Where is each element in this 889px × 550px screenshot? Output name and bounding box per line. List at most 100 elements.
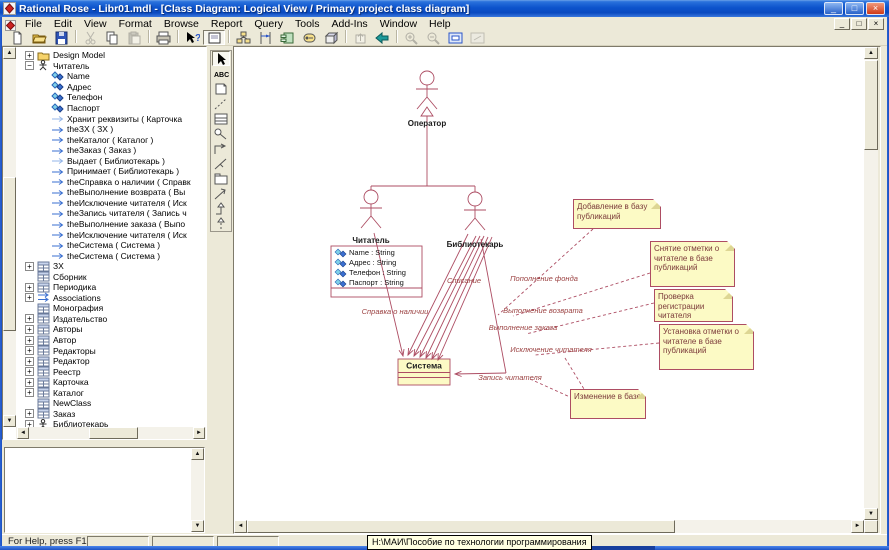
mdi-close-button[interactable]: × — [868, 18, 884, 30]
tree-item-26[interactable]: +Авторы — [17, 324, 206, 335]
uml-note-0[interactable]: Добавление в базу публикаций — [573, 199, 661, 229]
menu-item-3[interactable]: Format — [113, 18, 158, 30]
interface-tool-icon[interactable] — [212, 126, 230, 141]
tree-item-2[interactable]: Name — [17, 71, 206, 82]
canvas-hscroll-thumb[interactable] — [247, 520, 675, 533]
new-model-icon[interactable] — [6, 30, 28, 45]
canvas-horizontal-scrollbar[interactable]: ◄ ► — [234, 520, 864, 533]
uml-note-2[interactable]: Проверка регистрации читателя — [654, 289, 733, 322]
tree-item-14[interactable]: theИсключение читателя ( Иск — [17, 198, 206, 209]
context-help-icon[interactable]: ? — [181, 30, 203, 45]
copy-icon[interactable] — [101, 30, 123, 45]
actor-operator[interactable] — [416, 71, 438, 109]
browse-previous-diagram-icon[interactable] — [371, 30, 393, 45]
tree-item-21[interactable]: Сборник — [17, 271, 206, 282]
tree-expander[interactable]: + — [25, 367, 34, 376]
tree-expander[interactable]: + — [25, 283, 34, 292]
dependency-tool-icon[interactable] — [212, 186, 230, 201]
doc-scroll-down-button[interactable]: ▼ — [191, 520, 204, 532]
tree-item-12[interactable]: theСправка о наличии ( Справк — [17, 177, 206, 188]
tree-item-28[interactable]: +Редакторы — [17, 345, 206, 356]
tree-scroll-left-button[interactable]: ◄ — [17, 427, 29, 439]
open-icon[interactable] — [28, 30, 50, 45]
menu-item-0[interactable]: File — [19, 18, 48, 30]
tree-item-18[interactable]: theСистема ( Система ) — [17, 240, 206, 251]
canvas-corner-grip[interactable] — [864, 520, 878, 533]
restore-button[interactable]: □ — [845, 2, 864, 15]
tree-expander[interactable]: + — [25, 336, 34, 345]
tree-expander[interactable]: + — [25, 325, 34, 334]
generalization-tool-icon[interactable] — [212, 201, 230, 216]
doc-scroll-up-button[interactable]: ▲ — [191, 448, 204, 460]
menu-item-4[interactable]: Browse — [158, 18, 205, 30]
tree-item-32[interactable]: +Каталог — [17, 388, 206, 399]
title-bar[interactable]: Rational Rose - Libr01.mdl - [Class Diag… — [0, 0, 889, 17]
tree-expander[interactable]: + — [25, 357, 34, 366]
tree-scroll-up-button[interactable]: ▲ — [3, 47, 16, 59]
minimize-button[interactable]: _ — [824, 2, 843, 15]
tree-item-29[interactable]: +Редактор — [17, 356, 206, 367]
tree-scroll-right-button[interactable]: ► — [193, 427, 205, 439]
doc-vertical-scrollbar[interactable]: ▲ ▼ — [191, 448, 204, 532]
tree-expander[interactable]: + — [25, 388, 34, 397]
browse-interaction-diagram-icon[interactable] — [254, 30, 276, 45]
canvas-scroll-left-button[interactable]: ◄ — [234, 520, 247, 533]
menu-item-8[interactable]: Add-Ins — [326, 18, 374, 30]
tree-item-5[interactable]: Паспорт — [17, 103, 206, 114]
tree-item-15[interactable]: theЗапись читателя ( Запись ч — [17, 208, 206, 219]
package-tool-icon[interactable] — [212, 171, 230, 186]
tree-item-25[interactable]: +Издательство — [17, 314, 206, 325]
tree-item-16[interactable]: theВыполнение заказа ( Выпо — [17, 219, 206, 230]
tree-item-35[interactable]: +Библиотекарь — [17, 419, 206, 427]
menu-item-6[interactable]: Query — [248, 18, 289, 30]
tree-expander[interactable]: + — [25, 293, 34, 302]
uml-note-3[interactable]: Установка отметки о читателе в базе публ… — [659, 324, 754, 370]
tree-vscroll-thumb[interactable] — [3, 177, 16, 331]
tree-scroll-down-button[interactable]: ▼ — [3, 415, 16, 427]
tree-item-20[interactable]: +ЗХ — [17, 261, 206, 272]
tree-item-34[interactable]: +Заказ — [17, 409, 206, 420]
unidirectional-association-tool-icon[interactable] — [212, 141, 230, 156]
tree-item-3[interactable]: Адрес — [17, 82, 206, 93]
tree-item-19[interactable]: theСистема ( Система ) — [17, 250, 206, 261]
mdi-child-icon[interactable] — [5, 18, 16, 29]
menu-item-10[interactable]: Help — [423, 18, 457, 30]
realize-tool-icon[interactable] — [212, 216, 230, 231]
mdi-minimize-button[interactable]: _ — [834, 18, 850, 30]
tree-item-8[interactable]: theКаталог ( Каталог ) — [17, 134, 206, 145]
canvas-vertical-scrollbar[interactable]: ▲ ▼ — [864, 47, 878, 520]
tree-expander[interactable]: + — [25, 51, 34, 60]
canvas-scroll-down-button[interactable]: ▼ — [864, 508, 878, 520]
tree-expander[interactable]: + — [25, 346, 34, 355]
tree-item-6[interactable]: Хранит реквизиты ( Карточка — [17, 113, 206, 124]
close-button[interactable]: × — [866, 2, 885, 15]
tree-item-17[interactable]: theИсключение читателя ( Иск — [17, 229, 206, 240]
class-tool-icon[interactable] — [212, 111, 230, 126]
tree-item-33[interactable]: NewClass — [17, 398, 206, 409]
tree-expander[interactable]: + — [25, 314, 34, 323]
tree-item-24[interactable]: Монография — [17, 303, 206, 314]
mdi-restore-button[interactable]: □ — [851, 18, 867, 30]
actor-librarian[interactable] — [464, 192, 486, 230]
anchor-note-tool-icon[interactable] — [212, 96, 230, 111]
uml-note-1[interactable]: Снятие отметки о читателе в базе публика… — [650, 241, 735, 287]
tree-expander[interactable]: − — [25, 61, 34, 70]
menu-item-9[interactable]: Window — [374, 18, 423, 30]
tree-horizontal-scrollbar[interactable]: ◄ ► — [16, 427, 206, 439]
tree-item-31[interactable]: +Карточка — [17, 377, 206, 388]
selection-tool-icon[interactable] — [212, 51, 230, 66]
tree-item-30[interactable]: +Реестр — [17, 366, 206, 377]
tree-item-10[interactable]: Выдает ( Библиотекарь ) — [17, 155, 206, 166]
browse-component-diagram-icon[interactable] — [276, 30, 298, 45]
documentation-panel[interactable]: ▲ ▼ — [4, 447, 205, 533]
canvas-scroll-right-button[interactable]: ► — [851, 520, 864, 533]
tree-item-4[interactable]: Телефон — [17, 92, 206, 103]
tree-item-1[interactable]: −Читатель — [17, 61, 206, 72]
tree-vertical-scrollbar[interactable]: ▲ ▼ — [3, 47, 16, 427]
canvas-vscroll-thumb[interactable] — [864, 60, 878, 150]
tree-item-27[interactable]: +Автор — [17, 335, 206, 346]
association-class-tool-icon[interactable] — [212, 156, 230, 171]
tree-item-22[interactable]: +Периодика — [17, 282, 206, 293]
tree-item-13[interactable]: theВыполнение возврата ( Вы — [17, 187, 206, 198]
tree-item-11[interactable]: Принимает ( Библиотекарь ) — [17, 166, 206, 177]
